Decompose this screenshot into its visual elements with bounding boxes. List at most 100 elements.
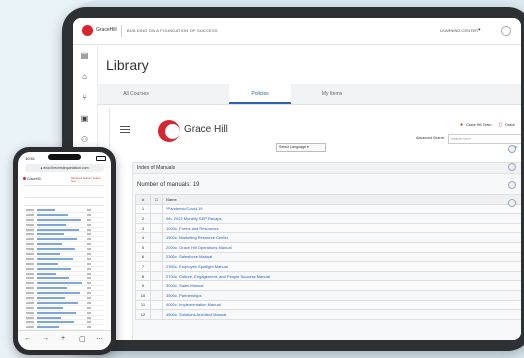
phone-search[interactable]: Advanced Search | Search here bbox=[71, 177, 106, 183]
table-row[interactable]: 7 2350c. Employee Spotlight Manual bbox=[135, 261, 521, 272]
row-number-mark bbox=[26, 238, 34, 241]
advanced-search-label[interactable]: Advanced Search bbox=[416, 136, 444, 140]
table-row[interactable]: 10 3500c. Partnerships bbox=[135, 289, 521, 301]
row-name-mark bbox=[37, 297, 65, 300]
graph-icon[interactable]: ⑂ bbox=[80, 93, 89, 102]
table-row[interactable]: 5 2000c. Grace Hill Operations Manual bbox=[135, 241, 521, 253]
tab-policies[interactable]: Policies bbox=[229, 84, 291, 104]
learning-center-menu[interactable]: LEARNING CENTER bbox=[440, 28, 478, 33]
row-meta-mark bbox=[87, 267, 91, 270]
manual-link[interactable]: 3000c. Sales Manual bbox=[162, 280, 521, 291]
row-meta-mark bbox=[87, 297, 91, 300]
table-row[interactable]: 11 4000c. Implementation Manual bbox=[135, 299, 521, 311]
table-row[interactable]: 8 2700c. Culture, Engagement, and People … bbox=[135, 270, 521, 282]
row-checkbox[interactable] bbox=[150, 241, 163, 253]
table-row[interactable]: 1 *Pandemic/Covid-19 bbox=[135, 203, 521, 215]
row-checkbox[interactable] bbox=[150, 309, 163, 320]
row-name-mark bbox=[37, 292, 80, 295]
manual-link[interactable]: 1000c. Forms and Resources bbox=[162, 222, 521, 234]
row-checkbox[interactable] bbox=[150, 280, 163, 291]
manual-link[interactable]: 1500c. Marketing Resource Center bbox=[162, 232, 521, 243]
table-row[interactable]: 2 0/b. 2022 Monthly SEP Recaps bbox=[135, 213, 521, 224]
manual-link[interactable]: *Pandemic/Covid-19 bbox=[162, 203, 521, 215]
row-number: 1 bbox=[135, 203, 151, 215]
team-link[interactable]: Grace Hill Team bbox=[466, 123, 492, 127]
column-header-number: # bbox=[135, 194, 151, 205]
row-number: 6 bbox=[135, 251, 151, 263]
row-checkbox[interactable] bbox=[150, 232, 163, 243]
row-name-mark bbox=[37, 267, 71, 270]
row-number: 11 bbox=[135, 299, 151, 311]
new-tab-icon[interactable]: + bbox=[61, 335, 65, 342]
browser-toolbar: ← → + ▢ ⋯ bbox=[18, 330, 111, 350]
select-all-checkbox[interactable]: ☐ bbox=[150, 194, 163, 205]
row-checkbox[interactable] bbox=[150, 203, 163, 215]
tablet-sensor-dot bbox=[508, 199, 516, 207]
tablet-screen: GraceHill BUILDING ON A FOUNDATION OF SU… bbox=[73, 18, 521, 340]
tab-all-courses[interactable]: All Courses bbox=[97, 84, 175, 104]
team-icon[interactable]: ⚇ bbox=[80, 135, 89, 144]
row-number-mark bbox=[26, 287, 34, 290]
manual-link[interactable]: 4000c. Implementation Manual bbox=[162, 299, 521, 311]
row-checkbox[interactable] bbox=[150, 289, 163, 301]
column-header-name: Name bbox=[162, 194, 521, 205]
home-icon[interactable]: ⌂ bbox=[80, 72, 89, 81]
row-number-mark bbox=[26, 292, 34, 295]
more-icon[interactable]: ⋯ bbox=[96, 335, 103, 343]
page-title: Library bbox=[106, 57, 149, 73]
row-checkbox[interactable] bbox=[150, 213, 163, 224]
row-name-mark bbox=[37, 213, 68, 216]
manual-link[interactable]: 4500c. Solutions Architect Manual bbox=[162, 309, 521, 320]
gracehill-logo-icon[interactable] bbox=[82, 25, 93, 36]
row-number-mark bbox=[26, 321, 34, 324]
row-meta-mark bbox=[87, 218, 91, 221]
table-row[interactable]: 9 3000c. Sales Manual bbox=[135, 280, 521, 291]
chevron-down-icon[interactable]: ▾ bbox=[478, 27, 481, 33]
row-meta-mark bbox=[87, 233, 91, 236]
phone-url-bar[interactable]: ● ecici.thecrestequindaion.com bbox=[25, 164, 104, 172]
row-checkbox[interactable] bbox=[150, 270, 163, 282]
row-number-mark bbox=[26, 326, 34, 329]
row-checkbox[interactable] bbox=[150, 251, 163, 263]
document-icon[interactable]: ▤ bbox=[80, 51, 89, 60]
gallery-icon[interactable]: ▣ bbox=[80, 114, 89, 123]
row-number-mark bbox=[26, 253, 34, 256]
language-select[interactable]: Select Language ▾ bbox=[276, 143, 326, 152]
table-row[interactable]: 3 1000c. Forms and Resources bbox=[135, 222, 521, 234]
phone-status-bar: 10:51 bbox=[18, 152, 111, 162]
library-tabs: All Courses Policies My Items bbox=[97, 84, 521, 105]
portal-logo-text: Grace Hill bbox=[184, 124, 228, 135]
manual-link[interactable]: 0/b. 2022 Monthly SEP Recaps bbox=[162, 213, 521, 224]
manual-link[interactable]: 2000c. Grace Hill Operations Manual bbox=[162, 241, 521, 253]
row-checkbox[interactable] bbox=[150, 299, 163, 311]
manual-count: Number of manuals: 19 bbox=[137, 182, 200, 188]
row-meta-mark bbox=[87, 311, 91, 314]
manual-link[interactable]: 2300c. Salesforce Manual bbox=[162, 251, 521, 263]
row-name-mark bbox=[37, 248, 75, 251]
tab-my-items[interactable]: My Items bbox=[297, 84, 367, 104]
forward-icon[interactable]: → bbox=[42, 335, 49, 342]
search-input[interactable]: Search here bbox=[448, 134, 521, 144]
manual-link[interactable]: 2700c. Culture, Engagement, and People S… bbox=[162, 270, 521, 282]
hamburger-menu-icon[interactable] bbox=[120, 126, 130, 135]
row-number-mark bbox=[26, 218, 34, 221]
divider bbox=[25, 197, 104, 198]
row-checkbox[interactable] bbox=[150, 222, 163, 234]
tablet-device: GraceHill BUILDING ON A FOUNDATION OF SU… bbox=[62, 7, 524, 351]
user-avatar-icon[interactable] bbox=[501, 26, 511, 36]
table-row[interactable]: 6 2300c. Salesforce Manual bbox=[135, 251, 521, 263]
row-meta-mark bbox=[87, 326, 91, 329]
phone-page: GraceHill Advanced Search | Search here bbox=[23, 175, 106, 336]
row-number: 3 bbox=[135, 222, 151, 234]
manual-link[interactable]: 2350c. Employee Spotlight Manual bbox=[162, 261, 521, 272]
table-row[interactable]: 12 4500c. Solutions Architect Manual bbox=[135, 309, 521, 320]
manual-link[interactable]: 3500c. Partnerships bbox=[162, 289, 521, 301]
row-checkbox[interactable] bbox=[150, 261, 163, 272]
phone-manual-list bbox=[25, 208, 104, 336]
pin-icon: ● bbox=[460, 122, 464, 128]
table-row[interactable]: 4 1500c. Marketing Resource Center bbox=[135, 232, 521, 243]
tabs-icon[interactable]: ▢ bbox=[79, 335, 86, 343]
team-link-2[interactable]: Grace bbox=[505, 123, 515, 127]
back-icon[interactable]: ← bbox=[24, 335, 31, 342]
row-number-mark bbox=[26, 306, 34, 309]
